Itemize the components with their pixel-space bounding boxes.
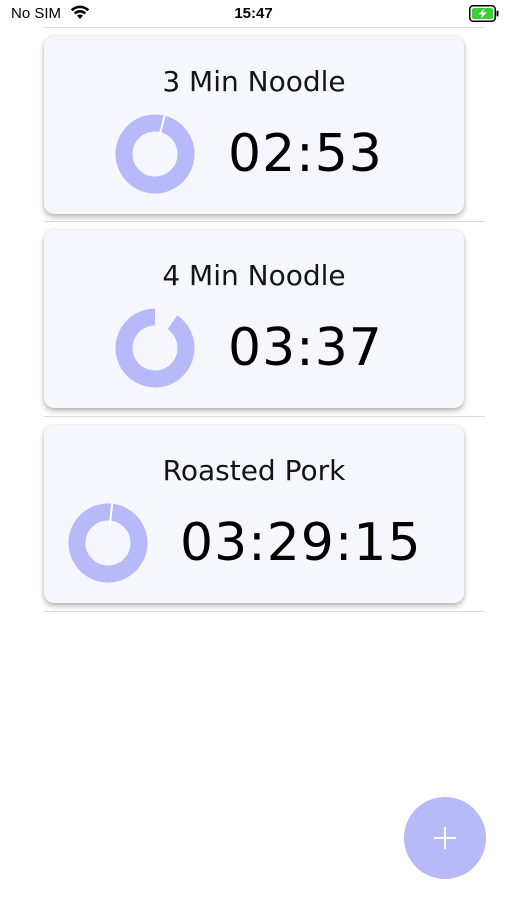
progress-ring	[115, 308, 195, 388]
timer-title: 4 Min Noodle	[162, 259, 346, 292]
battery-charging-icon	[469, 5, 499, 26]
status-time: 15:47	[234, 5, 273, 22]
timer-card[interactable]: 3 Min Noodle 02:53	[44, 36, 464, 214]
progress-ring	[115, 114, 195, 194]
row-divider	[44, 221, 485, 222]
timer-title: Roasted Pork	[162, 454, 346, 487]
status-bar: No SIM 15:47	[0, 0, 507, 28]
timer-card[interactable]: Roasted Pork 03:29:15	[44, 425, 464, 603]
row-divider	[44, 611, 485, 612]
timer-title: 3 Min Noodle	[162, 65, 346, 98]
row-divider	[44, 416, 485, 417]
progress-ring	[68, 503, 148, 583]
timer-countdown: 02:53	[228, 124, 383, 184]
plus-icon	[434, 827, 456, 849]
top-divider	[44, 27, 485, 28]
timer-countdown: 03:37	[228, 318, 383, 378]
timer-countdown: 03:29:15	[180, 513, 422, 573]
add-timer-button[interactable]	[404, 797, 486, 879]
timer-card[interactable]: 4 Min Noodle 03:37	[44, 230, 464, 408]
